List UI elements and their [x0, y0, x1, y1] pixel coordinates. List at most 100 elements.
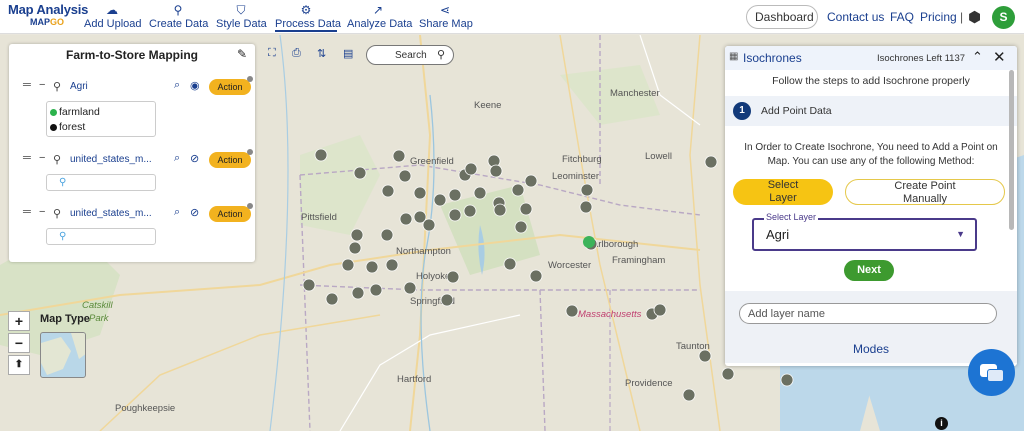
step-header[interactable]: 1 Add Point Data	[725, 96, 1017, 126]
zoom-to-layer-icon[interactable]: ⌕	[174, 79, 180, 92]
map-point-marker[interactable]	[440, 293, 454, 307]
map-point-marker[interactable]	[698, 349, 712, 363]
eye-slash-icon[interactable]: ⊘	[190, 206, 199, 219]
print-icon[interactable]: ⎙	[292, 47, 301, 60]
map-point-marker[interactable]	[473, 186, 487, 200]
map-point-marker[interactable]	[682, 388, 696, 402]
map-point-marker[interactable]	[325, 292, 339, 306]
nav-create-data[interactable]: ⚲ Create Data	[149, 3, 208, 30]
action-button[interactable]: Action	[209, 79, 251, 95]
map-point-marker[interactable]	[514, 220, 528, 234]
nav-style-data[interactable]: ⛉ Style Data	[216, 3, 267, 30]
layer-name[interactable]: united_states_m...	[70, 208, 156, 219]
layer-row[interactable]: ═ − ⚲ united_states_m... ⌕ ⊘ Action	[23, 149, 253, 170]
nav-add-upload[interactable]: ☁ Add Upload	[84, 3, 142, 30]
map-point-marker[interactable]	[302, 278, 316, 292]
eye-slash-icon[interactable]: ⊘	[190, 152, 199, 165]
dashboard-button[interactable]: Dashboard	[746, 5, 818, 29]
map-point-marker[interactable]	[403, 281, 417, 295]
map-point-marker[interactable]	[353, 166, 367, 180]
map-point-marker[interactable]	[503, 257, 517, 271]
map-point-marker[interactable]	[314, 148, 328, 162]
map-point-marker[interactable]	[565, 304, 579, 318]
map-point-marker[interactable]	[348, 241, 362, 255]
layer-name[interactable]: Agri	[70, 81, 156, 92]
select-layer-dropdown[interactable]: Select Layer Agri ▼	[752, 212, 977, 251]
map-point-marker[interactable]	[580, 183, 594, 197]
chevron-up-icon[interactable]: ⌃	[972, 49, 983, 65]
map-point-marker[interactable]	[511, 183, 525, 197]
fit-screen-icon[interactable]: ⛶	[268, 47, 276, 60]
create-point-manually-button[interactable]: Create Point Manually	[845, 179, 1005, 205]
map-point-marker[interactable]	[721, 367, 735, 381]
map-point-marker[interactable]	[398, 169, 412, 183]
close-icon[interactable]: ✕	[993, 48, 1006, 66]
drag-handle-icon[interactable]: ═	[23, 152, 31, 164]
map-point-marker[interactable]	[704, 155, 718, 169]
collapse-icon[interactable]: −	[39, 79, 45, 91]
map-point-marker[interactable]	[579, 200, 593, 214]
map-point-marker[interactable]	[381, 184, 395, 198]
map-point-marker[interactable]	[446, 270, 460, 284]
map-point-marker[interactable]	[524, 174, 538, 188]
drag-handle-icon[interactable]: ═	[23, 206, 31, 218]
compass-icon[interactable]: ⬆	[8, 355, 30, 375]
zoom-to-layer-icon[interactable]: ⌕	[174, 152, 180, 165]
nav-share-map[interactable]: ⋖ Share Map	[419, 3, 473, 30]
map-point-marker[interactable]	[464, 162, 478, 176]
nav-process-data[interactable]: ⚙ Process Data	[275, 3, 341, 32]
zoom-to-layer-icon[interactable]: ⌕	[174, 206, 180, 219]
layer-row[interactable]: ═ − ⚲ united_states_m... ⌕ ⊘ Action	[23, 203, 253, 224]
map-type-thumbnail[interactable]	[40, 332, 86, 378]
zoom-in-button[interactable]: +	[8, 311, 30, 331]
layer-row[interactable]: ═ − ⚲ Agri ⌕ ◉ Action	[23, 76, 253, 97]
pencil-icon[interactable]: ✎	[237, 47, 247, 61]
map-point-marker[interactable]	[489, 164, 503, 178]
zoom-out-button[interactable]: −	[8, 333, 30, 353]
action-button[interactable]: Action	[209, 206, 251, 222]
map-point-marker[interactable]	[653, 303, 667, 317]
user-avatar[interactable]: S	[992, 6, 1015, 29]
map-point-marker[interactable]	[380, 228, 394, 242]
layer-name[interactable]: united_states_m...	[70, 154, 156, 165]
add-layer-name-input[interactable]: Add layer name	[739, 303, 997, 324]
map-point-marker[interactable]	[448, 188, 462, 202]
chat-support-button[interactable]	[968, 349, 1015, 396]
map-point-marker[interactable]	[433, 193, 447, 207]
app-logo[interactable]: Map Analysis MAPGO	[8, 2, 88, 27]
search-button[interactable]: Search ⚲	[366, 45, 454, 65]
nav-analyze-data[interactable]: ↗ Analyze Data	[347, 3, 412, 30]
collapse-icon[interactable]: −	[39, 152, 45, 164]
map-point-marker[interactable]	[365, 260, 379, 274]
map-point-marker[interactable]	[351, 286, 365, 300]
info-icon[interactable]: i	[935, 417, 948, 430]
contact-us-link[interactable]: Contact us	[827, 10, 884, 24]
drag-handle-icon[interactable]: ═	[23, 79, 31, 91]
map-point-marker[interactable]	[448, 208, 462, 222]
map-point-marker[interactable]	[341, 258, 355, 272]
comment-icon[interactable]: ▤	[343, 47, 353, 60]
next-button[interactable]: Next	[844, 260, 894, 281]
map-point-marker[interactable]	[493, 203, 507, 217]
faq-link[interactable]: FAQ	[890, 10, 914, 24]
map-point-marker[interactable]	[350, 228, 364, 242]
action-button[interactable]: Action	[209, 152, 251, 168]
collapse-icon[interactable]: −	[39, 206, 45, 218]
map-point-marker[interactable]	[399, 212, 413, 226]
map-point-marker[interactable]	[413, 186, 427, 200]
map-point-marker[interactable]	[463, 204, 477, 218]
map-point-marker[interactable]	[422, 218, 436, 232]
map-point-marker[interactable]	[780, 373, 794, 387]
pricing-link[interactable]: Pricing	[920, 10, 957, 24]
select-layer-button[interactable]: Select Layer	[733, 179, 833, 205]
map-point-marker[interactable]	[392, 149, 406, 163]
map-point-marker[interactable]	[519, 202, 533, 216]
map-point-marker[interactable]	[529, 269, 543, 283]
map-point-marker[interactable]	[385, 258, 399, 272]
filter-icon[interactable]: ⇅	[317, 47, 326, 60]
cube-icon[interactable]: ⬢	[968, 8, 981, 26]
eye-icon[interactable]: ◉	[190, 79, 200, 92]
map-point-marker-green[interactable]	[583, 236, 595, 248]
map-point-marker[interactable]	[369, 283, 383, 297]
panel-scrollbar[interactable]	[1009, 70, 1014, 230]
